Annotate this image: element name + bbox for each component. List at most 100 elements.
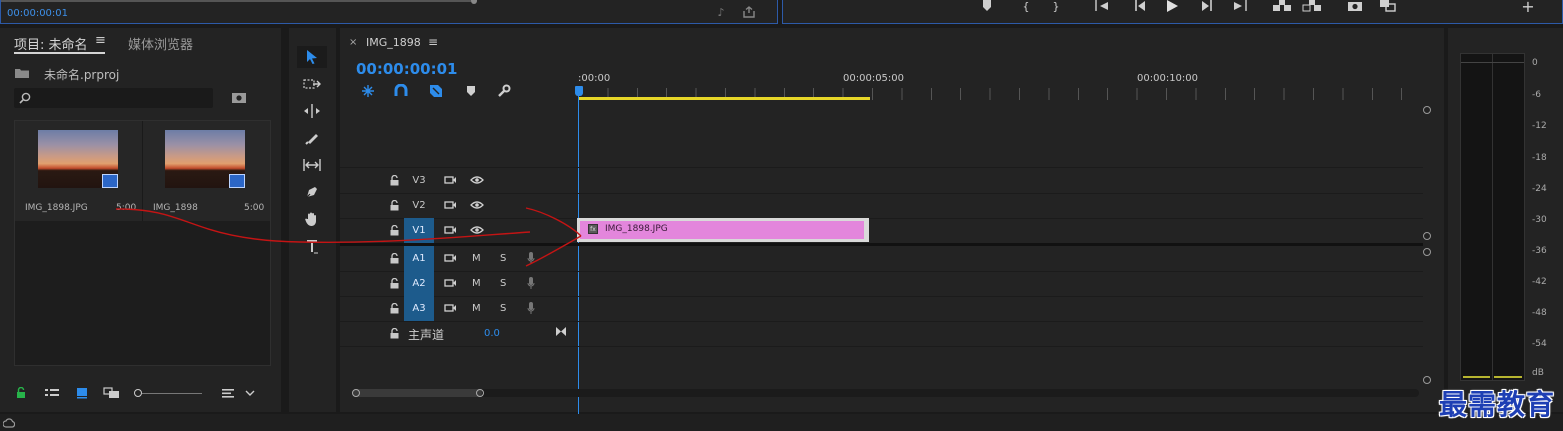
find-bin-icon[interactable]	[230, 90, 248, 106]
go-to-out-icon[interactable]	[1231, 0, 1249, 12]
track-select-tool-icon[interactable]	[297, 73, 327, 95]
freeform-view-icon[interactable]	[103, 386, 121, 400]
razor-tool-icon[interactable]	[297, 127, 327, 149]
icon-view-icon[interactable]	[74, 386, 90, 400]
creative-cloud-icon[interactable]	[2, 416, 16, 429]
eye-icon[interactable]	[469, 173, 485, 187]
track-v2[interactable]: V2	[340, 193, 1423, 218]
lock-icon[interactable]	[388, 173, 400, 187]
lock-icon[interactable]	[388, 301, 400, 315]
eye-icon[interactable]	[469, 223, 485, 237]
tab-media-browser[interactable]: 媒体浏览器	[128, 34, 193, 53]
lock-icon[interactable]	[388, 198, 400, 212]
mute-button[interactable]: M	[472, 278, 481, 289]
selection-tool-icon[interactable]	[297, 46, 327, 68]
tab-sequence[interactable]: IMG_1898	[366, 36, 421, 49]
zoom-slider-track[interactable]	[142, 393, 202, 394]
zoom-slider-handle[interactable]	[134, 389, 142, 397]
go-to-in-icon[interactable]	[1093, 0, 1111, 12]
sync-lock-icon[interactable]	[443, 252, 457, 264]
audio-scroll-handle-top[interactable]	[1423, 248, 1431, 256]
mark-out-icon[interactable]: }	[1049, 0, 1063, 13]
nest-icon[interactable]	[360, 83, 376, 99]
extract-icon[interactable]	[1301, 0, 1323, 12]
master-volume-value[interactable]: 0.0	[484, 328, 500, 339]
media-item[interactable]: IMG_1898.JPG 5:00	[15, 121, 142, 221]
slip-tool-icon[interactable]	[297, 154, 327, 176]
button-editor-icon[interactable]: +	[1521, 0, 1535, 16]
search-input[interactable]	[14, 88, 213, 108]
add-marker-icon[interactable]	[463, 83, 479, 99]
lock-icon[interactable]	[388, 251, 400, 265]
step-back-icon[interactable]	[1131, 0, 1149, 12]
lift-icon[interactable]	[1271, 0, 1293, 12]
track-label[interactable]: V1	[404, 218, 434, 243]
linked-selection-icon[interactable]	[428, 83, 444, 99]
snap-icon[interactable]	[393, 83, 409, 99]
microphone-icon[interactable]	[525, 276, 537, 290]
audio-scroll-handle-bottom[interactable]	[1423, 376, 1431, 384]
source-scrub-handle[interactable]	[471, 0, 477, 4]
compare-icon[interactable]	[1378, 0, 1398, 12]
type-tool-icon[interactable]	[297, 235, 327, 257]
lock-icon[interactable]	[388, 276, 400, 290]
audio-waveform-icon[interactable]: ♪	[713, 5, 729, 19]
track-label[interactable]: V3	[404, 168, 434, 193]
horizontal-scrollbar[interactable]	[352, 389, 1419, 397]
play-icon[interactable]	[1163, 0, 1181, 12]
sync-lock-icon[interactable]	[443, 302, 457, 314]
solo-button[interactable]: S	[500, 253, 506, 264]
work-area-bar[interactable]	[578, 97, 870, 100]
mute-button[interactable]: M	[472, 253, 481, 264]
camera-icon[interactable]	[1346, 0, 1364, 12]
close-sequence-icon[interactable]: ×	[349, 37, 357, 48]
go-to-end-icon[interactable]	[554, 325, 568, 337]
tab-project[interactable]: 项目: 未命名	[14, 34, 88, 53]
wrench-icon[interactable]	[496, 83, 512, 99]
sequence-menu-icon[interactable]: ≡	[428, 35, 438, 49]
mark-in-icon[interactable]: {	[1019, 0, 1033, 13]
project-menu-icon[interactable]: ≡	[95, 33, 106, 48]
track-label[interactable]: A1	[404, 246, 434, 271]
ripple-edit-tool-icon[interactable]	[297, 100, 327, 122]
chevron-down-icon[interactable]	[244, 386, 256, 400]
add-marker-icon[interactable]	[980, 0, 994, 12]
sync-lock-icon[interactable]	[443, 277, 457, 289]
track-master[interactable]: 主声道 0.0	[340, 321, 1423, 346]
track-label[interactable]: V2	[404, 193, 434, 218]
pen-tool-icon[interactable]	[297, 181, 327, 203]
playhead-timecode[interactable]: 00:00:00:01	[356, 60, 458, 78]
scrollbar-thumb[interactable]	[352, 389, 482, 397]
scrollbar-handle-right[interactable]	[476, 389, 484, 397]
track-a2[interactable]: A2 M S	[340, 271, 1423, 296]
track-v3[interactable]: V3	[340, 168, 1423, 193]
media-item[interactable]: IMG_1898 5:00	[143, 121, 270, 221]
sync-lock-icon[interactable]	[443, 174, 457, 186]
step-forward-icon[interactable]	[1198, 0, 1216, 12]
track-v1[interactable]: V1	[340, 218, 1423, 243]
lock-icon[interactable]	[388, 326, 400, 340]
solo-button[interactable]: S	[500, 278, 506, 289]
sync-lock-icon[interactable]	[443, 199, 457, 211]
track-label[interactable]: A3	[404, 296, 434, 321]
source-scrub-bar[interactable]	[1, 0, 471, 2]
unlock-icon[interactable]	[14, 386, 28, 400]
lock-icon[interactable]	[388, 223, 400, 237]
sync-lock-icon[interactable]	[443, 224, 457, 236]
track-a3[interactable]: A3 M S	[340, 296, 1423, 321]
clip-img-1898[interactable]: fx IMG_1898.JPG	[577, 218, 869, 242]
track-a1[interactable]: A1 M S	[340, 246, 1423, 271]
export-frame-icon[interactable]	[741, 5, 757, 19]
microphone-icon[interactable]	[525, 251, 537, 265]
video-scroll-handle-bottom[interactable]	[1423, 232, 1431, 240]
hand-tool-icon[interactable]	[297, 208, 327, 230]
solo-button[interactable]: S	[500, 303, 506, 314]
scrollbar-handle-left[interactable]	[352, 389, 360, 397]
video-scroll-handle-top[interactable]	[1423, 106, 1431, 114]
list-view-icon[interactable]	[43, 386, 61, 400]
source-timecode[interactable]: 00:00:00:01	[7, 8, 68, 19]
track-label[interactable]: A2	[404, 271, 434, 296]
mute-button[interactable]: M	[472, 303, 481, 314]
eye-icon[interactable]	[469, 198, 485, 212]
playhead-handle[interactable]	[575, 86, 583, 96]
